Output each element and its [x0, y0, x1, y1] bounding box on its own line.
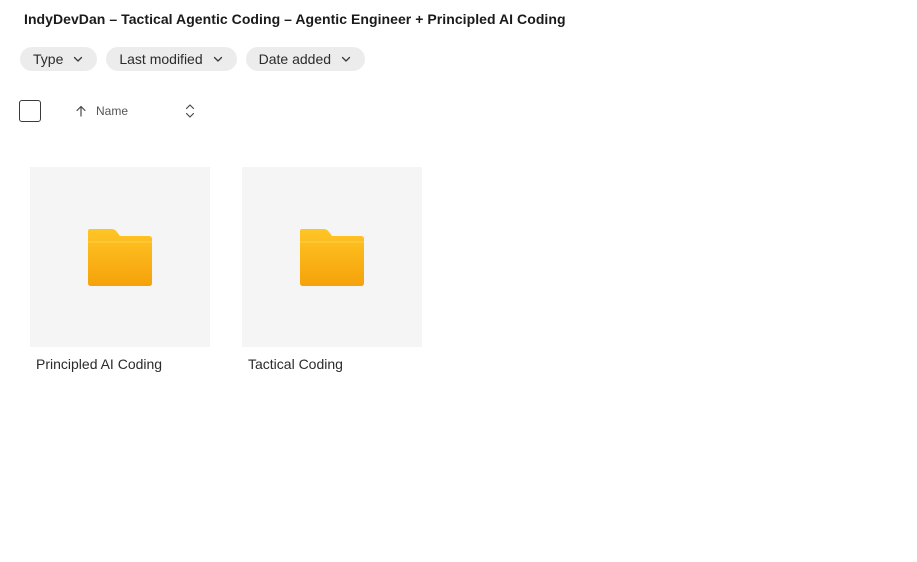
chevron-down-icon	[213, 56, 222, 62]
filter-label: Date added	[258, 51, 332, 67]
filter-label: Last modified	[119, 51, 203, 67]
folder-name: Principled AI Coding	[36, 356, 163, 372]
filter-bar: Type Last modified Date added	[20, 47, 366, 71]
filter-label: Type	[33, 51, 64, 67]
filter-date-added-button[interactable]: Date added	[245, 47, 366, 71]
chevron-down-icon	[74, 56, 83, 62]
folder-name: Tactical Coding	[248, 356, 343, 372]
folder-tile[interactable]: Principled AI Coding	[30, 167, 210, 372]
folder-icon	[88, 229, 152, 286]
folder-icon	[300, 229, 364, 286]
folder-tile[interactable]: Tactical Coding	[242, 167, 422, 372]
arrow-up-icon[interactable]	[74, 104, 88, 118]
sort-toggle-icon[interactable]	[184, 103, 196, 119]
chevron-down-icon	[341, 56, 351, 62]
folder-grid: Principled AI Coding Tactical Coding	[30, 167, 422, 372]
folder-thumbnail	[30, 167, 210, 347]
select-all-checkbox[interactable]	[19, 100, 41, 122]
file-browser: IndyDevDan – Tactical Agentic Coding – A…	[0, 0, 917, 562]
filter-type-button[interactable]: Type	[20, 47, 98, 71]
folder-thumbnail	[242, 167, 422, 347]
sort-column-label[interactable]: Name	[96, 104, 128, 118]
list-header: Name	[19, 100, 209, 122]
page-title: IndyDevDan – Tactical Agentic Coding – A…	[24, 11, 566, 27]
filter-last-modified-button[interactable]: Last modified	[106, 47, 237, 71]
